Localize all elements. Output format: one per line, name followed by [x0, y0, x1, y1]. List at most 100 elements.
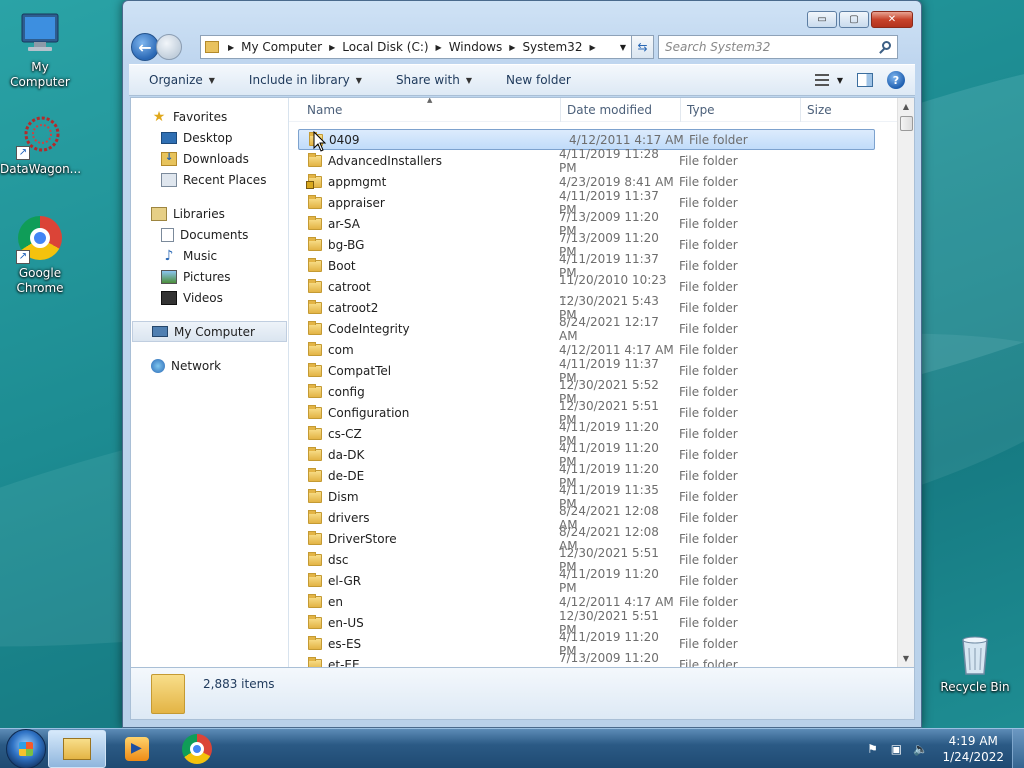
file-row[interactable]: CodeIntegrity 8/24/2021 12:17 AM File fold… [289, 315, 885, 343]
nav-videos[interactable]: Videos [131, 287, 288, 308]
chevron-right-icon[interactable]: ▶ [225, 43, 237, 52]
datawagon-icon: ↗ [16, 112, 64, 160]
clock[interactable]: 4:19 AM 1/24/2022 [942, 733, 1004, 765]
maximize-button[interactable]: ▢ [839, 11, 869, 28]
nav-recent-places[interactable]: Recent Places [131, 169, 288, 190]
address-history-dropdown[interactable]: ▼ [615, 43, 631, 52]
folder-icon [308, 509, 322, 524]
search-icon[interactable] [879, 40, 893, 54]
file-name-cell: en [289, 593, 559, 609]
file-type: File folder [679, 216, 738, 231]
file-type: File folder [679, 552, 738, 567]
file-date-modified: 7/13/2009 11:20 PM [559, 650, 659, 668]
nav-pictures[interactable]: Pictures [131, 266, 288, 287]
organize-button[interactable]: Organize ▼ [129, 73, 229, 87]
media-player-icon [125, 736, 149, 761]
action-center-icon[interactable]: ⚑ [864, 741, 880, 757]
start-button[interactable] [6, 728, 46, 768]
taskbar-media-player-button[interactable] [108, 730, 166, 768]
new-folder-button[interactable]: New folder [486, 73, 585, 87]
sort-ascending-icon: ▲ [427, 98, 433, 104]
preview-pane-icon[interactable] [857, 73, 873, 87]
file-type: File folder [679, 258, 738, 273]
breadcrumb-local-disk[interactable]: Local Disk (C:) [338, 40, 432, 54]
help-icon[interactable]: ? [887, 71, 905, 89]
scroll-thumb[interactable] [900, 116, 913, 131]
column-header-name[interactable]: Name [289, 98, 561, 122]
minimize-button[interactable]: ▭ [807, 11, 837, 28]
breadcrumb-my-computer[interactable]: My Computer [237, 40, 326, 54]
back-button[interactable]: ← [131, 33, 159, 61]
file-name-cell: es-ES [289, 635, 559, 651]
locked-folder-icon [306, 173, 322, 189]
address-bar[interactable]: ▶ My Computer ▶ Local Disk (C:) ▶ Window… [200, 35, 632, 59]
file-name: appmgmt [328, 174, 387, 189]
chevron-right-icon[interactable]: ▶ [433, 43, 445, 52]
nav-desktop[interactable]: Desktop [131, 127, 288, 148]
file-name-cell: ar-SA [289, 215, 559, 231]
search-input[interactable]: Search System32 [658, 35, 898, 59]
clock-date: 1/24/2022 [942, 749, 1004, 764]
nav-label: Recent Places [183, 172, 267, 187]
nav-network[interactable]: Network [131, 355, 288, 376]
file-row[interactable]: el-GR 4/11/2019 11:20 PM File folder [289, 567, 885, 595]
chevron-right-icon[interactable]: ▶ [326, 43, 338, 52]
file-type: File folder [679, 447, 738, 462]
nav-downloads[interactable]: Downloads [131, 148, 288, 169]
chevron-right-icon[interactable]: ▶ [506, 43, 518, 52]
file-name: en-US [328, 615, 364, 630]
show-desktop-button[interactable] [1012, 728, 1024, 768]
nav-libraries[interactable]: Libraries [131, 203, 288, 224]
nav-documents[interactable]: Documents [131, 224, 288, 245]
file-list-pane: ▲ Name Date modified Type Size 0409 4/12/… [289, 98, 914, 667]
nav-label: Music [183, 248, 218, 263]
file-name: drivers [328, 510, 370, 525]
folder-icon [308, 551, 322, 566]
refresh-button[interactable]: ⇆ [632, 35, 654, 59]
close-button[interactable]: ✕ [871, 11, 913, 28]
file-row[interactable]: AdvancedInstallers 4/11/2019 11:28 PM File… [289, 147, 885, 175]
nav-my-computer[interactable]: My Computer [132, 321, 287, 342]
column-header-type[interactable]: Type [681, 98, 801, 122]
file-type: File folder [679, 384, 738, 399]
network-tray-icon[interactable]: ▣ [888, 741, 904, 757]
volume-icon[interactable]: 🔈 [912, 741, 928, 757]
file-type: File folder [679, 405, 738, 420]
file-name: 0409 [329, 132, 360, 147]
file-name: catroot2 [328, 300, 379, 315]
folder-icon [308, 614, 322, 629]
column-header-date-modified[interactable]: Date modified [561, 98, 681, 122]
file-row[interactable]: et-EE 7/13/2009 11:20 PM File folder [289, 650, 885, 668]
desktop-icon-datawagon[interactable]: ↗ DataWagon... [0, 112, 81, 177]
column-header-size[interactable]: Size [801, 98, 881, 122]
file-type: File folder [679, 153, 738, 168]
vertical-scrollbar[interactable]: ▲ ▼ [897, 98, 914, 667]
details-pane: 2,883 items [130, 668, 915, 720]
forward-button[interactable] [156, 34, 182, 60]
desktop-icon-google-chrome[interactable]: ↗ Google Chrome [0, 216, 80, 296]
scroll-up-button[interactable]: ▲ [898, 98, 914, 115]
share-with-button[interactable]: Share with ▼ [376, 73, 486, 87]
explorer-window[interactable]: ▭ ▢ ✕ ← ▶ My Computer ▶ Local Disk (C:) … [122, 0, 922, 728]
taskbar-chrome-button[interactable] [168, 730, 226, 768]
desktop-icon-label: Google Chrome [16, 266, 64, 295]
include-in-library-button[interactable]: Include in library ▼ [229, 73, 376, 87]
nav-favorites[interactable]: ★ Favorites [131, 106, 288, 127]
taskbar-explorer-button[interactable] [48, 729, 106, 768]
chevron-right-icon[interactable]: ▶ [586, 43, 598, 52]
recycle-bin-icon [951, 630, 999, 678]
file-name-cell: appmgmt [289, 173, 559, 189]
file-type: File folder [679, 615, 738, 630]
file-type: File folder [679, 489, 738, 504]
computer-icon [16, 10, 64, 58]
desktop-icon-recycle-bin[interactable]: Recycle Bin [935, 630, 1015, 695]
desktop-icon-my-computer[interactable]: My Computer [0, 10, 80, 90]
folder-icon [308, 152, 322, 167]
breadcrumb-system32[interactable]: System32 [518, 40, 586, 54]
nav-music[interactable]: ♪ Music [131, 245, 288, 266]
file-type: File folder [679, 237, 738, 252]
scroll-down-button[interactable]: ▼ [898, 650, 914, 667]
file-type: File folder [679, 636, 738, 651]
breadcrumb-windows[interactable]: Windows [445, 40, 507, 54]
change-view-button[interactable]: ▼ [814, 74, 843, 86]
